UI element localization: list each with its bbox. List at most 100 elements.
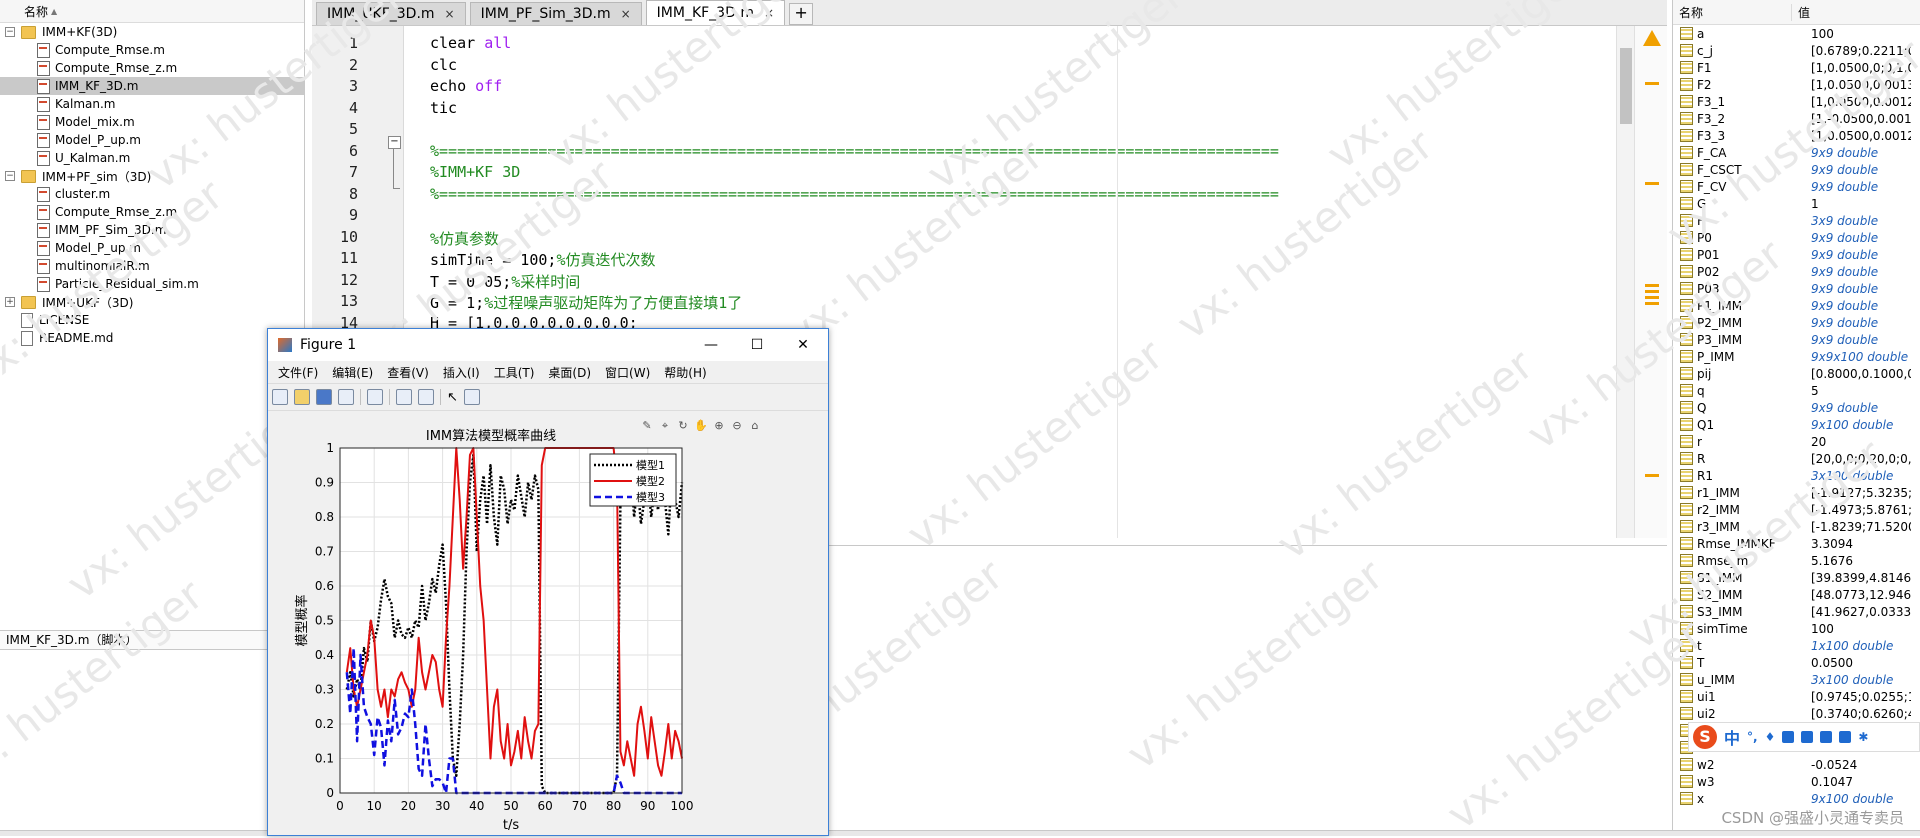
punctuation-icon[interactable]: °, (1747, 730, 1758, 744)
figure-menu-item[interactable]: 桌面(D) (548, 364, 591, 381)
workspace-variable-row[interactable]: u_IMM 3x100 double (1673, 671, 1920, 688)
workspace-variable-row[interactable]: F3_2 [1,-0.0500,0.0012;0,1,0.05] (1673, 110, 1920, 127)
file-item[interactable]: IMM_PF_Sim_3D.m (0, 221, 304, 239)
workspace-variable-row[interactable]: r2_IMM [-1.4973;5.8761;0.4] (1673, 501, 1920, 518)
brush-icon[interactable]: ✎ (640, 419, 654, 433)
workspace-variable-row[interactable]: P3_IMM 9x9 double (1673, 331, 1920, 348)
close-icon[interactable]: × (764, 3, 774, 24)
code-line[interactable]: T = 0.05;%采样时间 (430, 271, 580, 292)
workspace-variable-row[interactable]: S3_IMM [41.9627,0.0333,0.1] (1673, 603, 1920, 620)
file-item[interactable]: Compute_Rmse.m (0, 41, 304, 59)
maximize-icon[interactable]: ☐ (734, 329, 780, 361)
workspace-variable-row[interactable]: Rmse_IMMKF 3.3094 (1673, 535, 1920, 552)
workspace-variable-row[interactable]: simTime 100 (1673, 620, 1920, 637)
code-line[interactable]: echo off (430, 77, 502, 95)
workspace-variable-row[interactable]: t 1x100 double (1673, 637, 1920, 654)
scrollbar-thumb[interactable] (1620, 48, 1632, 124)
property-inspector-icon[interactable] (463, 389, 480, 405)
workspace-variable-row[interactable]: S2_IMM [48.0773,12.9460,0.1] (1673, 586, 1920, 603)
workspace-variable-row[interactable]: x 9x100 double (1673, 790, 1920, 807)
tab-imm-ukf-3d[interactable]: IMM_UKF_3D.m × (316, 2, 466, 25)
expand-icon[interactable]: + (5, 297, 15, 307)
print-icon[interactable] (338, 389, 354, 405)
code-line[interactable]: G = 1;%过程噪声驱动矩阵为了方便直接填1了 (430, 292, 742, 313)
workspace-variable-row[interactable]: q5 (1673, 382, 1920, 399)
figure-menu-item[interactable]: 插入(I) (443, 364, 480, 381)
file-item[interactable]: README.md (0, 329, 304, 347)
pan-icon[interactable]: ✋ (694, 419, 708, 433)
workspace-variable-row[interactable]: P_IMM 9x9x100 double (1673, 348, 1920, 365)
figure-menu-item[interactable]: 查看(V) (387, 364, 429, 381)
workspace-variable-row[interactable]: F3_1 [1,0.0500,0.0012;0,1,0.05] (1673, 93, 1920, 110)
file-item[interactable]: Compute_Rmse_z.m (0, 203, 304, 221)
workspace-variable-row[interactable]: F_CV 9x9 double (1673, 178, 1920, 195)
code-line[interactable]: clc (430, 56, 457, 74)
figure-menu-item[interactable]: 窗口(W) (605, 364, 650, 381)
minimize-icon[interactable]: — (688, 329, 734, 361)
workspace-variable-row[interactable]: Q 9x9 double (1673, 399, 1920, 416)
workspace-variable-row[interactable]: F_CSCT 9x9 double (1673, 161, 1920, 178)
file-item[interactable]: multinomialR.m (0, 257, 304, 275)
file-item[interactable]: IMM_KF_3D.m (0, 77, 304, 95)
workspace-variable-row[interactable]: P03 9x9 double (1673, 280, 1920, 297)
warning-marker[interactable] (1645, 296, 1659, 299)
microphone-icon[interactable]: ♦ (1765, 730, 1776, 744)
file-browser-header[interactable]: 名称 ▲ (0, 0, 304, 23)
name-column-header[interactable]: 名称 (24, 3, 48, 20)
workspace-variable-row[interactable]: R [20,0,0;0,20,0;0,0,20] (1673, 450, 1920, 467)
tab-imm-pf-sim-3d[interactable]: IMM_PF_Sim_3D.m × (469, 2, 642, 25)
figure-menu-item[interactable]: 帮助(H) (664, 364, 706, 381)
value-column-header[interactable]: 值 (1791, 3, 1810, 21)
workspace-variable-row[interactable]: H 3x9 double (1673, 212, 1920, 229)
link-plot-icon[interactable] (367, 389, 383, 405)
new-figure-icon[interactable] (272, 389, 288, 405)
warning-marker[interactable] (1645, 474, 1659, 477)
folder-item[interactable]: + IMM+UKF（3D) (0, 293, 304, 311)
workspace-variable-row[interactable]: F1 [1,0.0500,0;0,1,0;0,0,1] (1673, 59, 1920, 76)
zoom-in-icon[interactable]: ⊕ (712, 419, 726, 433)
code-line[interactable]: simTime = 100;%仿真迭代次数 (430, 249, 655, 270)
tab-imm-kf-3d[interactable]: IMM_KF_3D.m × (645, 0, 786, 25)
file-item[interactable]: Compute_Rmse_z.m (0, 59, 304, 77)
warning-marker[interactable] (1645, 290, 1659, 293)
workspace-variable-row[interactable]: c_j [0.6789;0.2211;0.1000] (1673, 42, 1920, 59)
workspace-variable-row[interactable]: ui1 [0.9745;0.0255;1.0] (1673, 688, 1920, 705)
warning-marker[interactable] (1645, 182, 1659, 185)
editor-scrollbar[interactable] (1616, 26, 1634, 538)
workspace-variable-row[interactable]: r1_IMM [-1.9127;5.3235;0.4] (1673, 484, 1920, 501)
home-icon[interactable]: ⌂ (748, 419, 762, 433)
file-item[interactable]: Model_P_up.m (0, 131, 304, 149)
file-item[interactable]: Particle_Residual_sim.m (0, 275, 304, 293)
settings-icon[interactable]: ✱ (1858, 730, 1868, 744)
figure-menu-item[interactable]: 编辑(E) (332, 364, 373, 381)
warning-marker[interactable] (1645, 82, 1659, 85)
zoom-out-icon[interactable]: ⊖ (730, 419, 744, 433)
close-icon[interactable]: × (621, 4, 631, 25)
apps-icon[interactable] (1839, 731, 1852, 743)
folder-item[interactable]: − IMM+PF_sim（3D) (0, 167, 304, 185)
workspace-variable-row[interactable]: F3_3 [1,0.0500,0.0012;0,1,0.05] (1673, 127, 1920, 144)
code-line[interactable]: tic (430, 99, 457, 117)
workspace-variable-row[interactable]: P2_IMM 9x9 double (1673, 314, 1920, 331)
figure-menu-item[interactable]: 文件(F) (278, 364, 318, 381)
file-item[interactable]: LICENSE (0, 311, 304, 329)
workspace-variable-row[interactable]: G1 (1673, 195, 1920, 212)
file-item[interactable]: cluster.m (0, 185, 304, 203)
figure-menu-item[interactable]: 工具(T) (494, 364, 535, 381)
open-icon[interactable] (294, 389, 310, 405)
datatip-icon[interactable]: ⌖ (658, 419, 672, 433)
workspace-variable-row[interactable]: r3_IMM [-1.8239;71.5200;0.4] (1673, 518, 1920, 535)
warning-marker[interactable] (1645, 302, 1659, 305)
code-line[interactable]: %仿真参数 (430, 228, 499, 249)
workspace-variable-row[interactable]: P02 9x9 double (1673, 263, 1920, 280)
figure-window[interactable]: Figure 1 — ☐ ✕ 文件(F) 编辑(E) 查看(V) 插入(I) 工具(T)… (267, 328, 829, 836)
add-tab-button[interactable]: + (789, 3, 814, 25)
code-line[interactable]: %=======================================… (430, 142, 1279, 160)
workspace-variable-row[interactable]: S1_IMM [39.8399,4.8146,0.1] (1673, 569, 1920, 586)
save-icon[interactable] (316, 389, 332, 405)
toolbox-icon[interactable] (1820, 731, 1833, 743)
collapse-icon[interactable]: − (5, 27, 15, 37)
workspace-variable-row[interactable]: T 0.0500 (1673, 654, 1920, 671)
workspace-variable-row[interactable]: P1_IMM 9x9 double (1673, 297, 1920, 314)
workspace-variable-row[interactable]: F2 [1,0.0500,0.0013;0,1,0.05] (1673, 76, 1920, 93)
